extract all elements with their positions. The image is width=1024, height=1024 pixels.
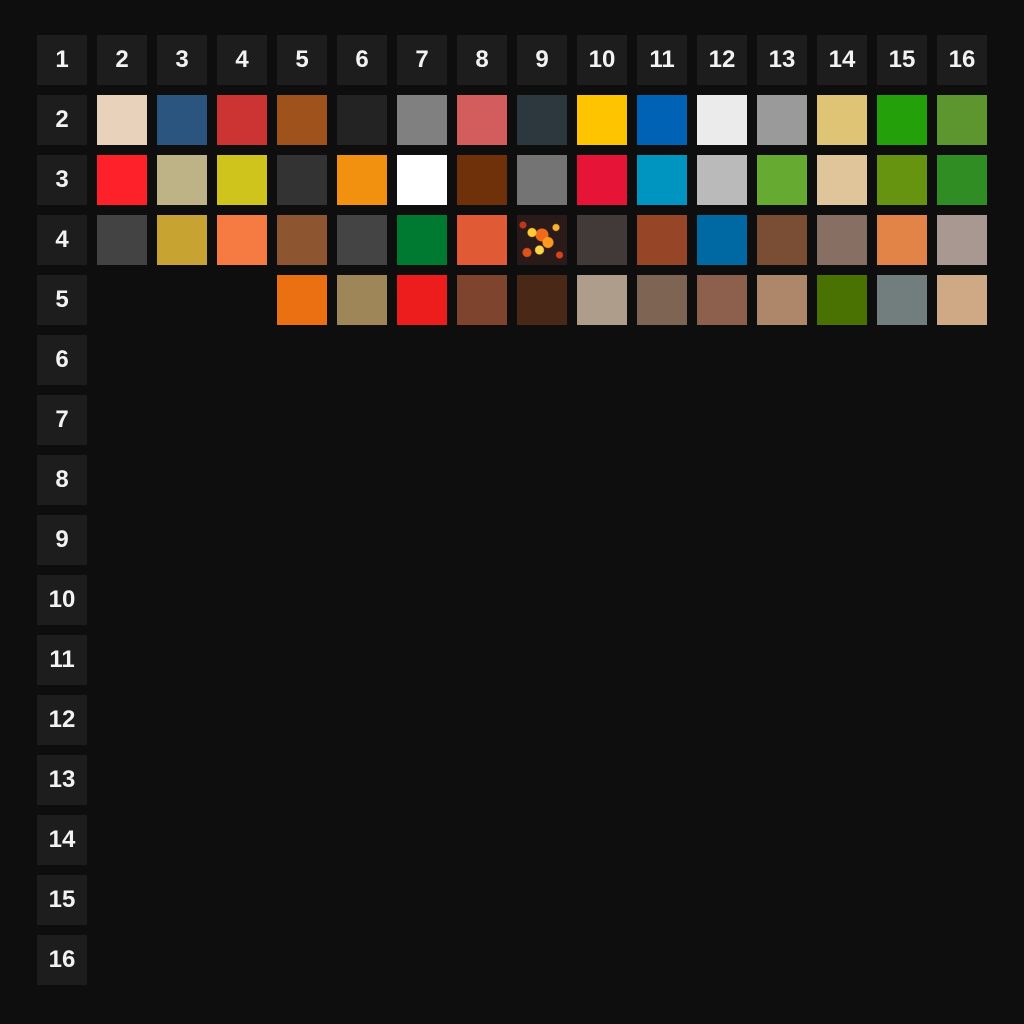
color-swatch[interactable] — [637, 95, 687, 145]
color-swatch[interactable] — [517, 95, 567, 145]
color-swatch[interactable] — [277, 215, 327, 265]
color-swatch[interactable] — [157, 95, 207, 145]
color-swatch[interactable] — [217, 215, 267, 265]
color-swatch[interactable] — [577, 215, 627, 265]
row-header-11: 11 — [37, 635, 87, 685]
color-swatch[interactable] — [97, 215, 147, 265]
color-swatch[interactable] — [457, 275, 507, 325]
color-swatch[interactable] — [937, 215, 987, 265]
row-header-7: 7 — [37, 395, 87, 445]
color-swatch[interactable] — [937, 95, 987, 145]
color-swatch[interactable] — [517, 155, 567, 205]
color-swatch[interactable] — [817, 215, 867, 265]
row-header-2: 2 — [37, 95, 87, 145]
color-swatch[interactable] — [337, 215, 387, 265]
row-header-4: 4 — [37, 215, 87, 265]
row-header-5: 5 — [37, 275, 87, 325]
column-header-4: 4 — [217, 35, 267, 85]
color-swatch[interactable] — [97, 95, 147, 145]
color-swatch[interactable] — [277, 95, 327, 145]
row-header-16: 16 — [37, 935, 87, 985]
column-header-5: 5 — [277, 35, 327, 85]
color-swatch[interactable] — [817, 155, 867, 205]
color-swatch[interactable] — [337, 95, 387, 145]
color-swatch[interactable] — [457, 215, 507, 265]
column-header-6: 6 — [337, 35, 387, 85]
color-swatch[interactable] — [757, 215, 807, 265]
column-header-16: 16 — [937, 35, 987, 85]
color-swatch[interactable] — [577, 275, 627, 325]
color-swatch[interactable] — [157, 215, 207, 265]
column-header-13: 13 — [757, 35, 807, 85]
color-swatch[interactable] — [697, 155, 747, 205]
color-swatch[interactable] — [577, 155, 627, 205]
color-swatch-grid: 1 2 3 4 5 6 7 8 9 10 11 12 13 14 15 16 2 3 4 5 6 7 8 9 10 11 12 13 1… — [0, 0, 1024, 1024]
row-header-15: 15 — [37, 875, 87, 925]
row-header-9: 9 — [37, 515, 87, 565]
column-header-2: 2 — [97, 35, 147, 85]
color-swatch[interactable] — [817, 275, 867, 325]
color-swatch[interactable] — [817, 95, 867, 145]
column-header-10: 10 — [577, 35, 627, 85]
column-header-15: 15 — [877, 35, 927, 85]
color-swatch[interactable] — [697, 215, 747, 265]
column-header-12: 12 — [697, 35, 747, 85]
color-swatch[interactable] — [397, 95, 447, 145]
row-header-3: 3 — [37, 155, 87, 205]
color-swatch[interactable] — [277, 275, 327, 325]
color-swatch[interactable] — [877, 95, 927, 145]
color-swatch[interactable] — [277, 155, 327, 205]
color-swatch[interactable] — [457, 155, 507, 205]
color-swatch[interactable] — [697, 95, 747, 145]
color-swatch[interactable] — [337, 275, 387, 325]
color-swatch[interactable] — [937, 155, 987, 205]
color-swatch[interactable] — [517, 275, 567, 325]
column-header-11: 11 — [637, 35, 687, 85]
color-swatch[interactable] — [877, 215, 927, 265]
color-swatch[interactable] — [457, 95, 507, 145]
color-swatch[interactable] — [697, 275, 747, 325]
color-swatch[interactable] — [157, 155, 207, 205]
color-swatch[interactable] — [397, 215, 447, 265]
row-header-14: 14 — [37, 815, 87, 865]
column-header-1: 1 — [37, 35, 87, 85]
color-swatch[interactable] — [397, 275, 447, 325]
column-header-9: 9 — [517, 35, 567, 85]
color-swatch[interactable] — [877, 155, 927, 205]
row-header-6: 6 — [37, 335, 87, 385]
row-header-13: 13 — [37, 755, 87, 805]
color-swatch[interactable] — [637, 155, 687, 205]
color-swatch[interactable] — [577, 95, 627, 145]
row-header-8: 8 — [37, 455, 87, 505]
lava-texture-swatch[interactable] — [517, 215, 567, 265]
color-swatch[interactable] — [337, 155, 387, 205]
column-header-3: 3 — [157, 35, 207, 85]
color-swatch[interactable] — [217, 95, 267, 145]
color-swatch[interactable] — [757, 155, 807, 205]
color-swatch[interactable] — [637, 275, 687, 325]
row-header-10: 10 — [37, 575, 87, 625]
color-swatch[interactable] — [97, 155, 147, 205]
column-header-14: 14 — [817, 35, 867, 85]
column-header-8: 8 — [457, 35, 507, 85]
column-header-7: 7 — [397, 35, 447, 85]
color-swatch[interactable] — [937, 275, 987, 325]
color-swatch[interactable] — [757, 275, 807, 325]
color-swatch[interactable] — [217, 155, 267, 205]
color-swatch[interactable] — [397, 155, 447, 205]
color-swatch[interactable] — [757, 95, 807, 145]
row-header-12: 12 — [37, 695, 87, 745]
color-swatch[interactable] — [877, 275, 927, 325]
color-swatch[interactable] — [637, 215, 687, 265]
